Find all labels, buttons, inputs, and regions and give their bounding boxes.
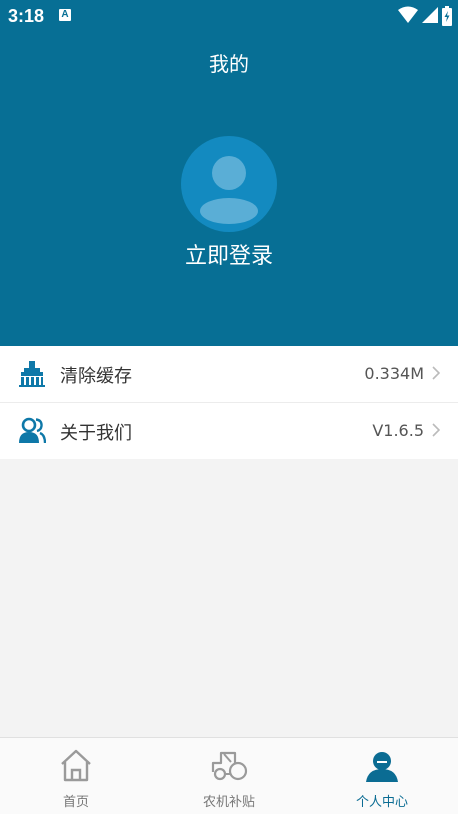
- battery-icon: [442, 6, 452, 26]
- status-time: 3:18: [8, 6, 45, 26]
- avatar[interactable]: [181, 136, 277, 232]
- profile-header: 3:18 A 我的 立即登录: [0, 0, 458, 346]
- version-value: V1.6.5: [372, 421, 424, 440]
- person-icon: [366, 752, 398, 782]
- login-link[interactable]: 立即登录: [0, 238, 458, 270]
- signal-icon: [422, 7, 438, 23]
- nav-subsidy-label: 农机补贴: [202, 795, 255, 810]
- page-title: 我的: [209, 52, 249, 76]
- nav-profile-label: 个人中心: [355, 795, 408, 810]
- clear-cache-label: 清除缓存: [60, 366, 132, 387]
- chevron-right-icon: [432, 423, 440, 437]
- broom-icon: [19, 361, 45, 387]
- cache-size-value: 0.334M: [364, 364, 424, 383]
- bottom-nav: 首页 农机补贴 个人中心: [0, 737, 458, 814]
- profile-screen: 3:18 A 我的 立即登录 清除缓存 0.334M 关于我们 V1.6.5 首…: [0, 0, 458, 814]
- nav-profile[interactable]: 个人中心: [306, 738, 458, 814]
- status-bar: 3:18 A: [0, 0, 458, 32]
- settings-list: 清除缓存 0.334M 关于我们 V1.6.5: [0, 346, 458, 459]
- status-icons: [394, 6, 452, 26]
- nav-subsidy[interactable]: 农机补贴: [153, 738, 305, 814]
- chevron-right-icon: [432, 366, 440, 380]
- tractor-icon: [211, 751, 248, 781]
- clear-cache-row[interactable]: 清除缓存 0.334M: [0, 346, 458, 402]
- nav-home-label: 首页: [62, 795, 89, 810]
- default-avatar-icon: [200, 156, 258, 224]
- home-icon: [61, 749, 91, 782]
- about-us-row[interactable]: 关于我们 V1.6.5: [0, 402, 458, 459]
- users-icon: [19, 417, 46, 444]
- about-us-label: 关于我们: [60, 423, 132, 444]
- nav-home[interactable]: 首页: [0, 738, 152, 814]
- wifi-icon: [398, 6, 418, 23]
- notification-badge-icon: A: [59, 9, 71, 21]
